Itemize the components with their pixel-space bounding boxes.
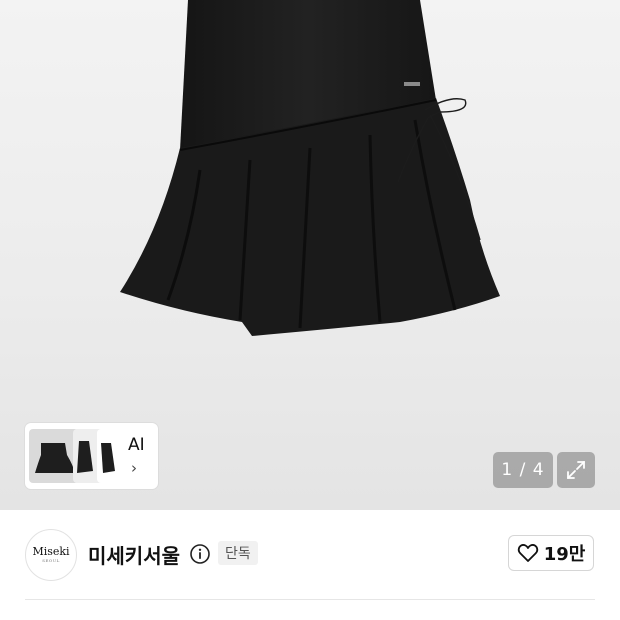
like-count: 19만 [543,544,586,565]
ai-similar-products-card[interactable]: AI › [25,423,158,489]
thumbnail-1 [29,429,79,483]
brand-logo[interactable]: Miseki SEOUL [25,529,77,581]
expand-icon [567,461,585,479]
product-image-gallery[interactable]: AI › 1 / 4 [0,0,620,510]
expand-button[interactable] [557,452,595,488]
brand-row: Miseki SEOUL 미세키서울 단독 19만 [0,510,620,600]
heart-icon [517,544,538,562]
chevron-right-icon: › [131,459,137,477]
image-counter: 1 / 4 [493,452,553,488]
brand-logo-subtext: SEOUL [42,558,60,563]
divider [25,599,595,600]
ai-label: AI [128,435,145,455]
brand-name[interactable]: 미세키서울 [88,540,180,569]
info-icon[interactable] [189,543,211,565]
brand-logo-text: Miseki [32,545,70,558]
thumbnail-3 [97,429,123,483]
exclusive-badge: 단독 [218,541,258,565]
like-button[interactable]: 19만 [508,535,594,571]
